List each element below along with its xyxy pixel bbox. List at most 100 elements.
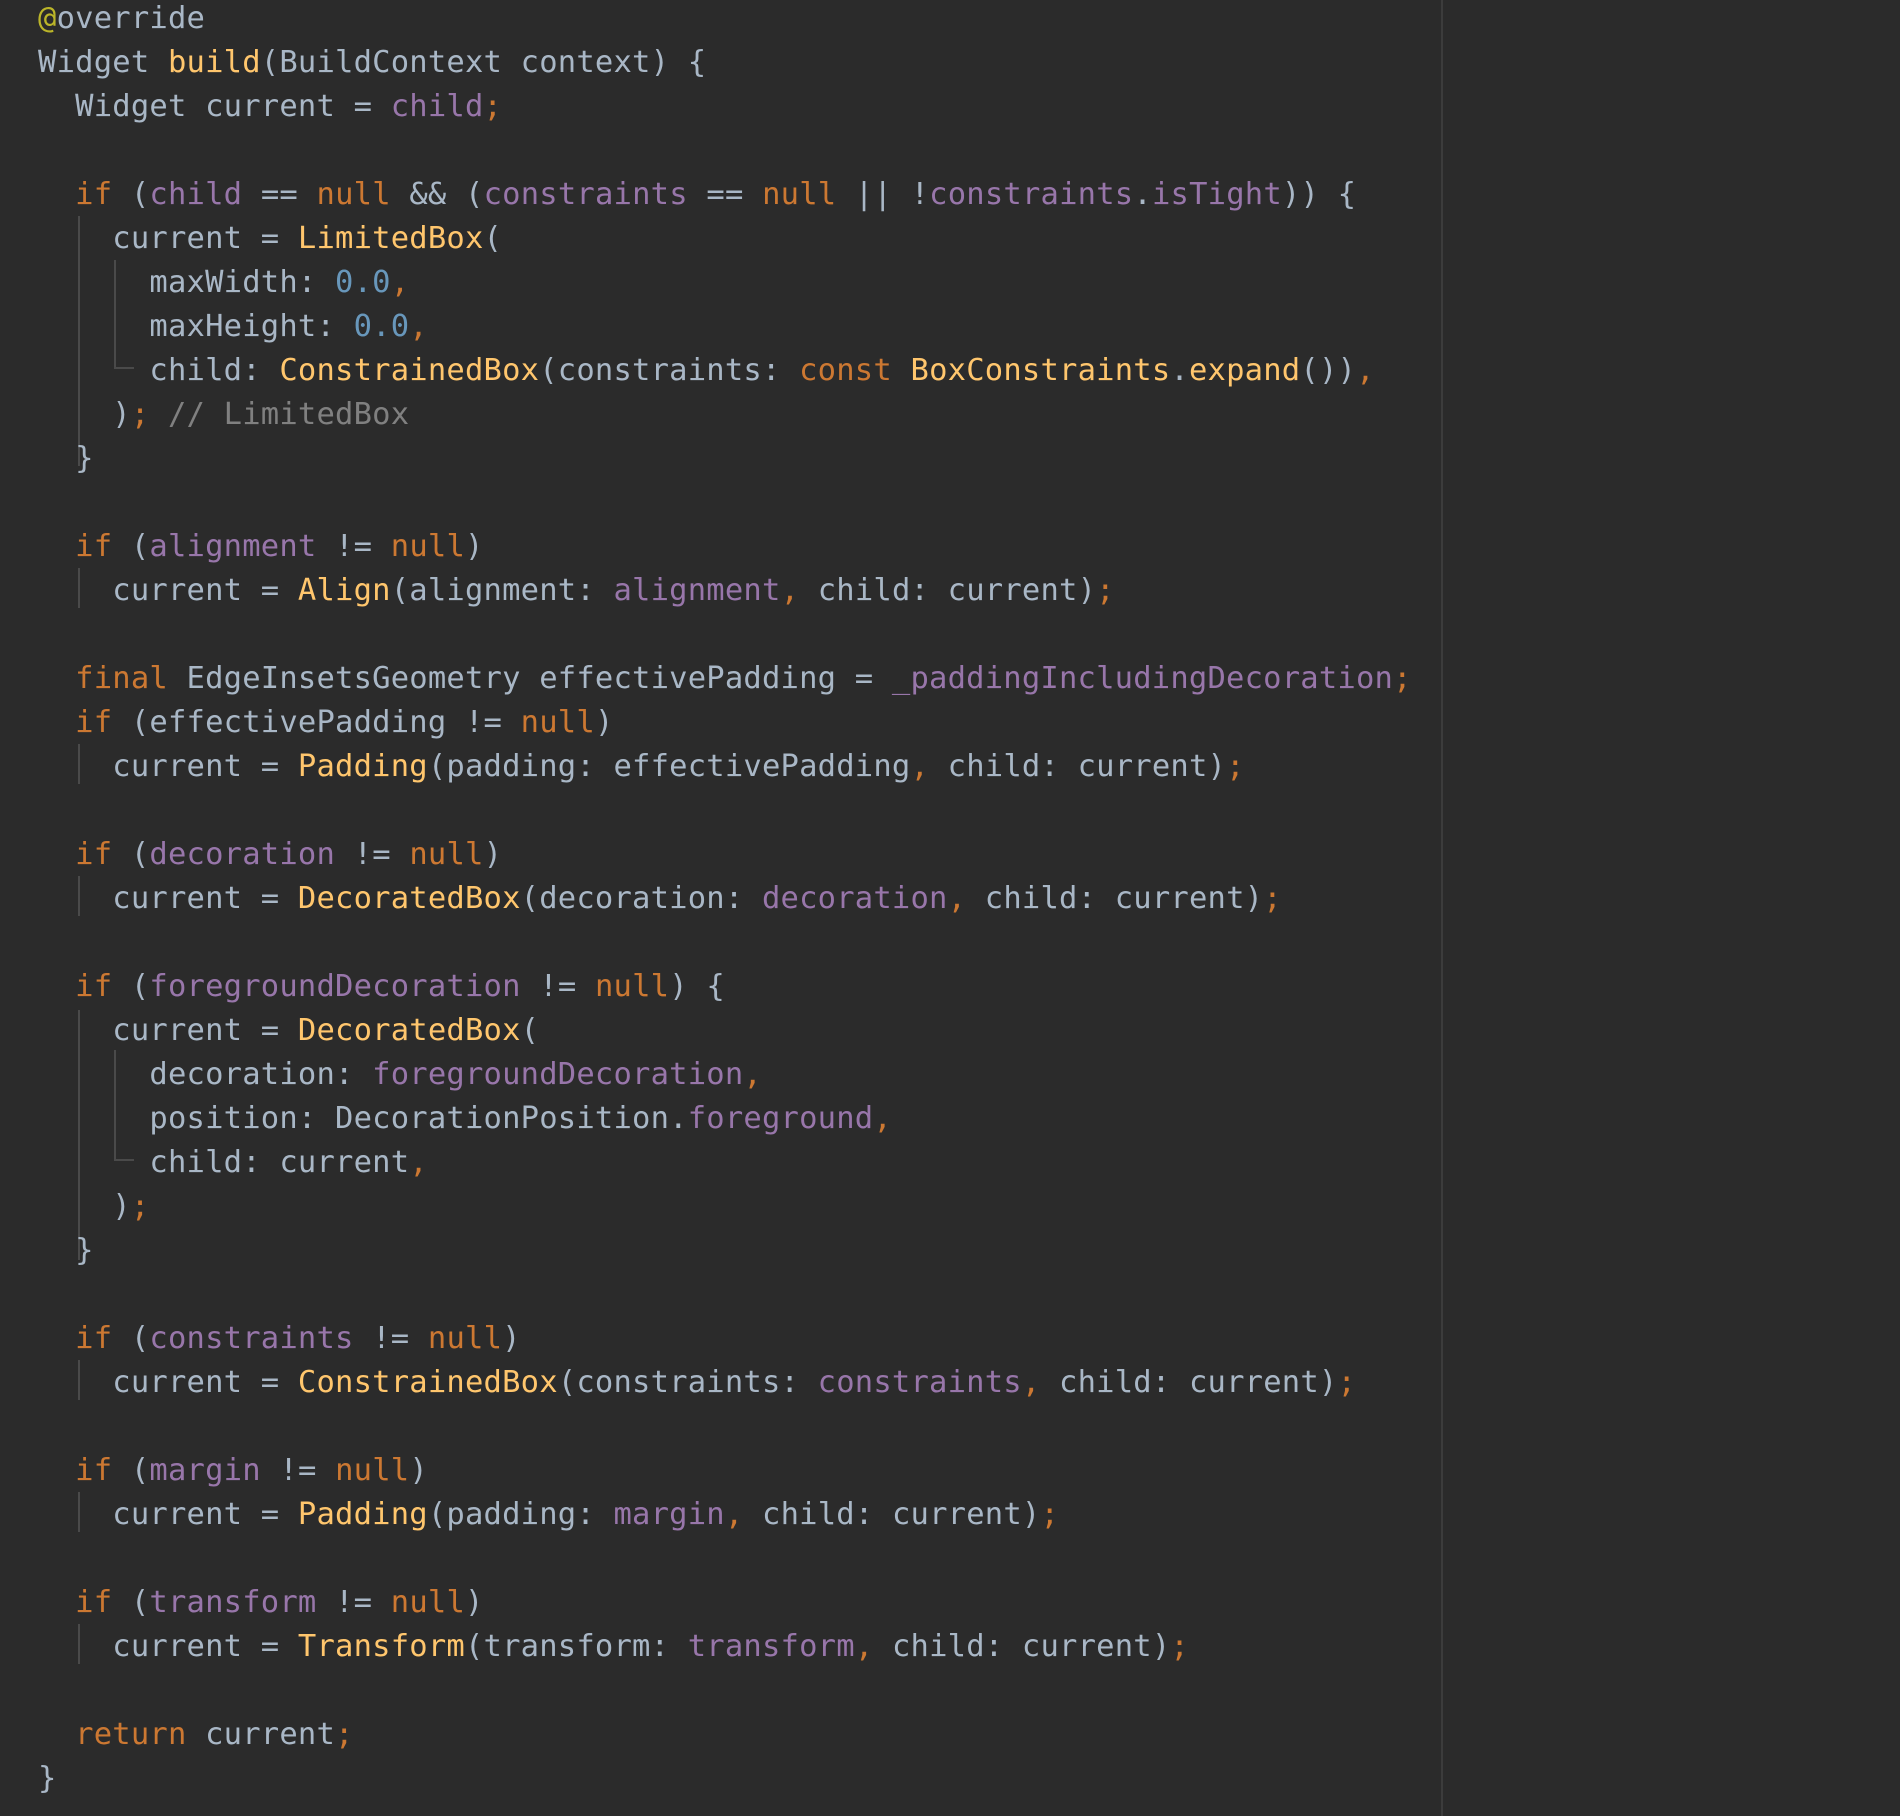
code-line[interactable]: current = Transform(transform: transform… bbox=[38, 1625, 1189, 1669]
code-token: constraints bbox=[817, 1365, 1022, 1400]
code-token: ; bbox=[1096, 573, 1115, 608]
code-token: ) bbox=[38, 1189, 131, 1224]
code-token: , bbox=[947, 881, 985, 916]
code-token: } bbox=[38, 1761, 57, 1796]
code-token: ( bbox=[112, 1585, 150, 1620]
code-line[interactable]: return current; bbox=[38, 1713, 354, 1757]
code-token: if bbox=[75, 1453, 113, 1488]
code-token: , bbox=[409, 1145, 428, 1180]
code-token: build bbox=[167, 45, 261, 80]
code-token: foregroundDecoration bbox=[149, 969, 521, 1004]
code-token: null bbox=[762, 177, 837, 212]
code-token: ()) bbox=[1300, 353, 1357, 388]
code-line[interactable]: if (child == null && (constraints == nul… bbox=[38, 173, 1356, 217]
code-line[interactable]: current = DecoratedBox( bbox=[38, 1009, 539, 1053]
code-token: , bbox=[910, 749, 948, 784]
code-line[interactable]: if (constraints != null) bbox=[38, 1317, 521, 1361]
code-line[interactable]: position: DecorationPosition.foreground, bbox=[38, 1097, 892, 1141]
code-token: (decoration: bbox=[520, 881, 762, 916]
code-token: ( bbox=[483, 221, 503, 256]
code-line[interactable]: } bbox=[38, 1757, 57, 1801]
code-token: constraints bbox=[149, 1321, 354, 1356]
code-token: if bbox=[75, 969, 113, 1004]
code-token: current = bbox=[38, 1497, 298, 1532]
code-token: child: current) bbox=[891, 1629, 1171, 1664]
code-token: position: DecorationPosition. bbox=[38, 1101, 688, 1136]
code-line[interactable]: ); // LimitedBox bbox=[38, 393, 409, 437]
code-token: Padding bbox=[297, 749, 428, 784]
code-line[interactable]: if (alignment != null) bbox=[38, 525, 484, 569]
code-line[interactable]: } bbox=[38, 437, 94, 481]
code-token: ) bbox=[465, 1585, 484, 1620]
code-token: ; bbox=[1337, 1365, 1357, 1400]
code-token: margin bbox=[149, 1453, 261, 1488]
code-token: return bbox=[75, 1717, 187, 1752]
code-token: != bbox=[316, 1585, 391, 1620]
code-token: ) bbox=[483, 837, 503, 872]
code-line[interactable]: decoration: foregroundDecoration, bbox=[38, 1053, 762, 1097]
code-token: ; bbox=[335, 1717, 354, 1752]
code-token: child: current) bbox=[1059, 1365, 1338, 1400]
code-token: alignment bbox=[149, 529, 317, 564]
code-token: current = bbox=[38, 1013, 298, 1048]
code-line[interactable]: if (foregroundDecoration != null) { bbox=[38, 965, 725, 1009]
code-line[interactable]: current = Align(alignment: alignment, ch… bbox=[38, 569, 1115, 613]
code-editor[interactable]: @override Widget build(BuildContext conte… bbox=[0, 0, 1900, 1816]
code-line[interactable]: if (margin != null) bbox=[38, 1449, 428, 1493]
code-token: && ( bbox=[390, 177, 484, 212]
code-line[interactable]: Widget current = child; bbox=[38, 85, 502, 129]
code-area[interactable]: @override Widget build(BuildContext conte… bbox=[0, 0, 1430, 1816]
code-line[interactable]: current = Padding(padding: margin, child… bbox=[38, 1493, 1059, 1537]
code-line[interactable]: if (effectivePadding != null) bbox=[38, 701, 614, 745]
code-token: ; bbox=[1040, 1497, 1060, 1532]
code-token: current = bbox=[38, 573, 298, 608]
code-token: Widget bbox=[38, 45, 168, 80]
code-token: DecoratedBox bbox=[297, 1013, 521, 1048]
code-token: child bbox=[149, 177, 243, 212]
code-line[interactable]: if (decoration != null) bbox=[38, 833, 502, 877]
code-line[interactable]: current = DecoratedBox(decoration: decor… bbox=[38, 877, 1282, 921]
code-line[interactable]: if (transform != null) bbox=[38, 1581, 484, 1625]
code-token: constraints bbox=[483, 177, 688, 212]
code-line[interactable]: } bbox=[38, 1229, 94, 1273]
code-token: ) bbox=[38, 397, 131, 432]
code-token: ; bbox=[1393, 661, 1412, 696]
code-token: Align bbox=[297, 573, 391, 608]
code-token: ( bbox=[112, 1453, 150, 1488]
code-token: (BuildContext context) { bbox=[260, 45, 707, 80]
code-token: current bbox=[186, 1717, 336, 1752]
code-line[interactable]: @override bbox=[38, 0, 205, 41]
code-line[interactable]: final EdgeInsetsGeometry effectivePaddin… bbox=[38, 657, 1412, 701]
code-token: foreground bbox=[687, 1101, 874, 1136]
code-line[interactable]: Widget build(BuildContext context) { bbox=[38, 41, 706, 85]
code-token: if bbox=[75, 177, 113, 212]
code-token: null bbox=[409, 837, 484, 872]
code-token: 0.0 bbox=[335, 265, 391, 300]
code-line[interactable]: maxWidth: 0.0, bbox=[38, 261, 409, 305]
code-token: null bbox=[594, 969, 670, 1004]
code-line[interactable]: current = ConstrainedBox(constraints: co… bbox=[38, 1361, 1356, 1405]
code-line[interactable]: maxHeight: 0.0, bbox=[38, 305, 428, 349]
code-token: child: current) bbox=[984, 881, 1264, 916]
code-token: != bbox=[260, 1453, 336, 1488]
code-token: current = bbox=[38, 1365, 298, 1400]
code-line[interactable]: current = LimitedBox( bbox=[38, 217, 502, 261]
code-line[interactable]: child: current, bbox=[38, 1141, 428, 1185]
code-line[interactable]: current = Padding(padding: effectivePadd… bbox=[38, 745, 1245, 789]
code-token: 0.0 bbox=[353, 309, 410, 344]
code-token: foregroundDecoration bbox=[372, 1057, 744, 1092]
code-token: ; bbox=[1263, 881, 1282, 916]
code-token: != bbox=[335, 837, 410, 872]
code-token: ( bbox=[520, 1013, 540, 1048]
code-token: (constraints: bbox=[557, 1365, 818, 1400]
code-line[interactable]: ); bbox=[38, 1185, 149, 1229]
code-token: null bbox=[316, 177, 391, 212]
code-token: ; bbox=[130, 397, 150, 432]
code-token: ( bbox=[112, 969, 150, 1004]
code-line[interactable]: child: ConstrainedBox(constraints: const… bbox=[38, 349, 1375, 393]
